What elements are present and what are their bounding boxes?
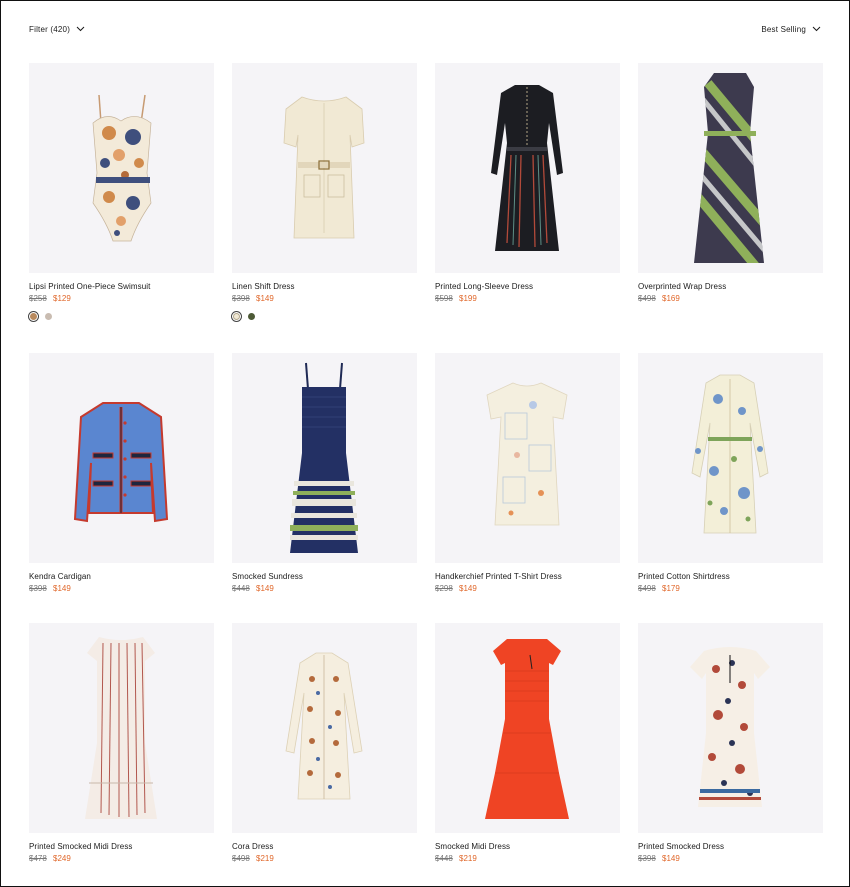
product-card[interactable]: Linen Shift Dress $398 $149 xyxy=(232,63,417,353)
product-price: $448 $149 xyxy=(232,584,417,593)
sale-price: $149 xyxy=(459,584,477,593)
product-price: $498 $169 xyxy=(638,294,823,303)
product-price: $398 $149 xyxy=(232,294,417,303)
product-image-printed-smocked-midi-dress[interactable] xyxy=(29,623,214,833)
product-card[interactable]: Printed Long-Sleeve Dress $598 $199 xyxy=(435,63,620,353)
original-price: $448 xyxy=(232,584,250,593)
product-image-smocked-midi-dress[interactable] xyxy=(435,623,620,833)
product-name[interactable]: Linen Shift Dress xyxy=(232,282,417,291)
original-price: $478 xyxy=(29,854,47,863)
product-name[interactable]: Cora Dress xyxy=(232,842,417,851)
original-price: $298 xyxy=(435,584,453,593)
sale-price: $149 xyxy=(256,294,274,303)
product-card[interactable]: Smocked Sundress $448 $149 xyxy=(232,353,417,623)
sale-price: $149 xyxy=(53,584,71,593)
sale-price: $169 xyxy=(662,294,680,303)
product-card[interactable]: Smocked Midi Dress $448 $219 xyxy=(435,623,620,863)
product-name[interactable]: Smocked Sundress xyxy=(232,572,417,581)
sale-price: $219 xyxy=(256,854,274,863)
sale-price: $199 xyxy=(459,294,477,303)
product-price: $448 $219 xyxy=(435,854,620,863)
product-image-swimsuit[interactable] xyxy=(29,63,214,273)
product-name[interactable]: Printed Smocked Midi Dress xyxy=(29,842,214,851)
original-price: $258 xyxy=(29,294,47,303)
sort-dropdown[interactable]: Best Selling xyxy=(761,25,821,34)
product-name[interactable]: Printed Cotton Shirtdress xyxy=(638,572,823,581)
product-image-kendra-cardigan[interactable] xyxy=(29,353,214,563)
product-image-cora-dress[interactable] xyxy=(232,623,417,833)
product-image-smocked-sundress[interactable] xyxy=(232,353,417,563)
product-image-printed-cotton-shirtdress[interactable] xyxy=(638,353,823,563)
original-price: $498 xyxy=(232,854,250,863)
sale-price: $149 xyxy=(662,854,680,863)
product-card[interactable]: Printed Smocked Midi Dress $478 $249 xyxy=(29,623,214,863)
sale-price: $179 xyxy=(662,584,680,593)
product-image-printed-smocked-dress[interactable] xyxy=(638,623,823,833)
product-card[interactable]: Printed Cotton Shirtdress $498 $179 xyxy=(638,353,823,623)
product-card[interactable]: Handkerchief Printed T-Shirt Dress $298 … xyxy=(435,353,620,623)
listing-toolbar: Filter (420) Best Selling xyxy=(29,20,821,38)
color-swatches xyxy=(29,313,214,320)
original-price: $398 xyxy=(232,294,250,303)
sale-price: $249 xyxy=(53,854,71,863)
product-price: $298 $149 xyxy=(435,584,620,593)
product-grid: Lipsi Printed One-Piece Swimsuit $258 $1… xyxy=(29,63,823,863)
sale-price: $149 xyxy=(256,584,274,593)
color-swatches xyxy=(232,313,417,320)
product-name[interactable]: Printed Long-Sleeve Dress xyxy=(435,282,620,291)
product-listing-page: Filter (420) Best Selling Lipsi Printed … xyxy=(0,0,850,887)
product-name[interactable]: Printed Smocked Dress xyxy=(638,842,823,851)
product-price: $398 $149 xyxy=(29,584,214,593)
product-card[interactable]: Cora Dress $498 $219 xyxy=(232,623,417,863)
product-price: $478 $249 xyxy=(29,854,214,863)
product-image-linen-shift-dress[interactable] xyxy=(232,63,417,273)
product-name[interactable]: Handkerchief Printed T-Shirt Dress xyxy=(435,572,620,581)
original-price: $498 xyxy=(638,584,656,593)
product-image-printed-long-sleeve-dress[interactable] xyxy=(435,63,620,273)
original-price: $398 xyxy=(638,854,656,863)
color-swatch[interactable] xyxy=(248,313,255,320)
chevron-down-icon xyxy=(76,26,85,32)
product-card[interactable]: Overprinted Wrap Dress $498 $169 xyxy=(638,63,823,353)
product-price: $398 $149 xyxy=(638,854,823,863)
chevron-down-icon xyxy=(812,26,821,32)
filter-label: Filter (420) xyxy=(29,24,71,34)
color-swatch[interactable] xyxy=(233,313,240,320)
sort-label: Best Selling xyxy=(761,24,806,34)
product-name[interactable]: Kendra Cardigan xyxy=(29,572,214,581)
product-name[interactable]: Overprinted Wrap Dress xyxy=(638,282,823,291)
color-swatch[interactable] xyxy=(45,313,52,320)
product-name[interactable]: Lipsi Printed One-Piece Swimsuit xyxy=(29,282,214,291)
product-card[interactable]: Printed Smocked Dress $398 $149 xyxy=(638,623,823,863)
original-price: $598 xyxy=(435,294,453,303)
product-card[interactable]: Lipsi Printed One-Piece Swimsuit $258 $1… xyxy=(29,63,214,353)
product-price: $258 $129 xyxy=(29,294,214,303)
original-price: $398 xyxy=(29,584,47,593)
sale-price: $219 xyxy=(459,854,477,863)
original-price: $448 xyxy=(435,854,453,863)
sale-price: $129 xyxy=(53,294,71,303)
filter-button[interactable]: Filter (420) xyxy=(29,25,85,34)
product-price: $498 $179 xyxy=(638,584,823,593)
product-card[interactable]: Kendra Cardigan $398 $149 xyxy=(29,353,214,623)
product-image-overprinted-wrap-dress[interactable] xyxy=(638,63,823,273)
product-name[interactable]: Smocked Midi Dress xyxy=(435,842,620,851)
product-image-handkerchief-t-shirt-dress[interactable] xyxy=(435,353,620,563)
product-price: $598 $199 xyxy=(435,294,620,303)
color-swatch[interactable] xyxy=(30,313,37,320)
product-price: $498 $219 xyxy=(232,854,417,863)
original-price: $498 xyxy=(638,294,656,303)
